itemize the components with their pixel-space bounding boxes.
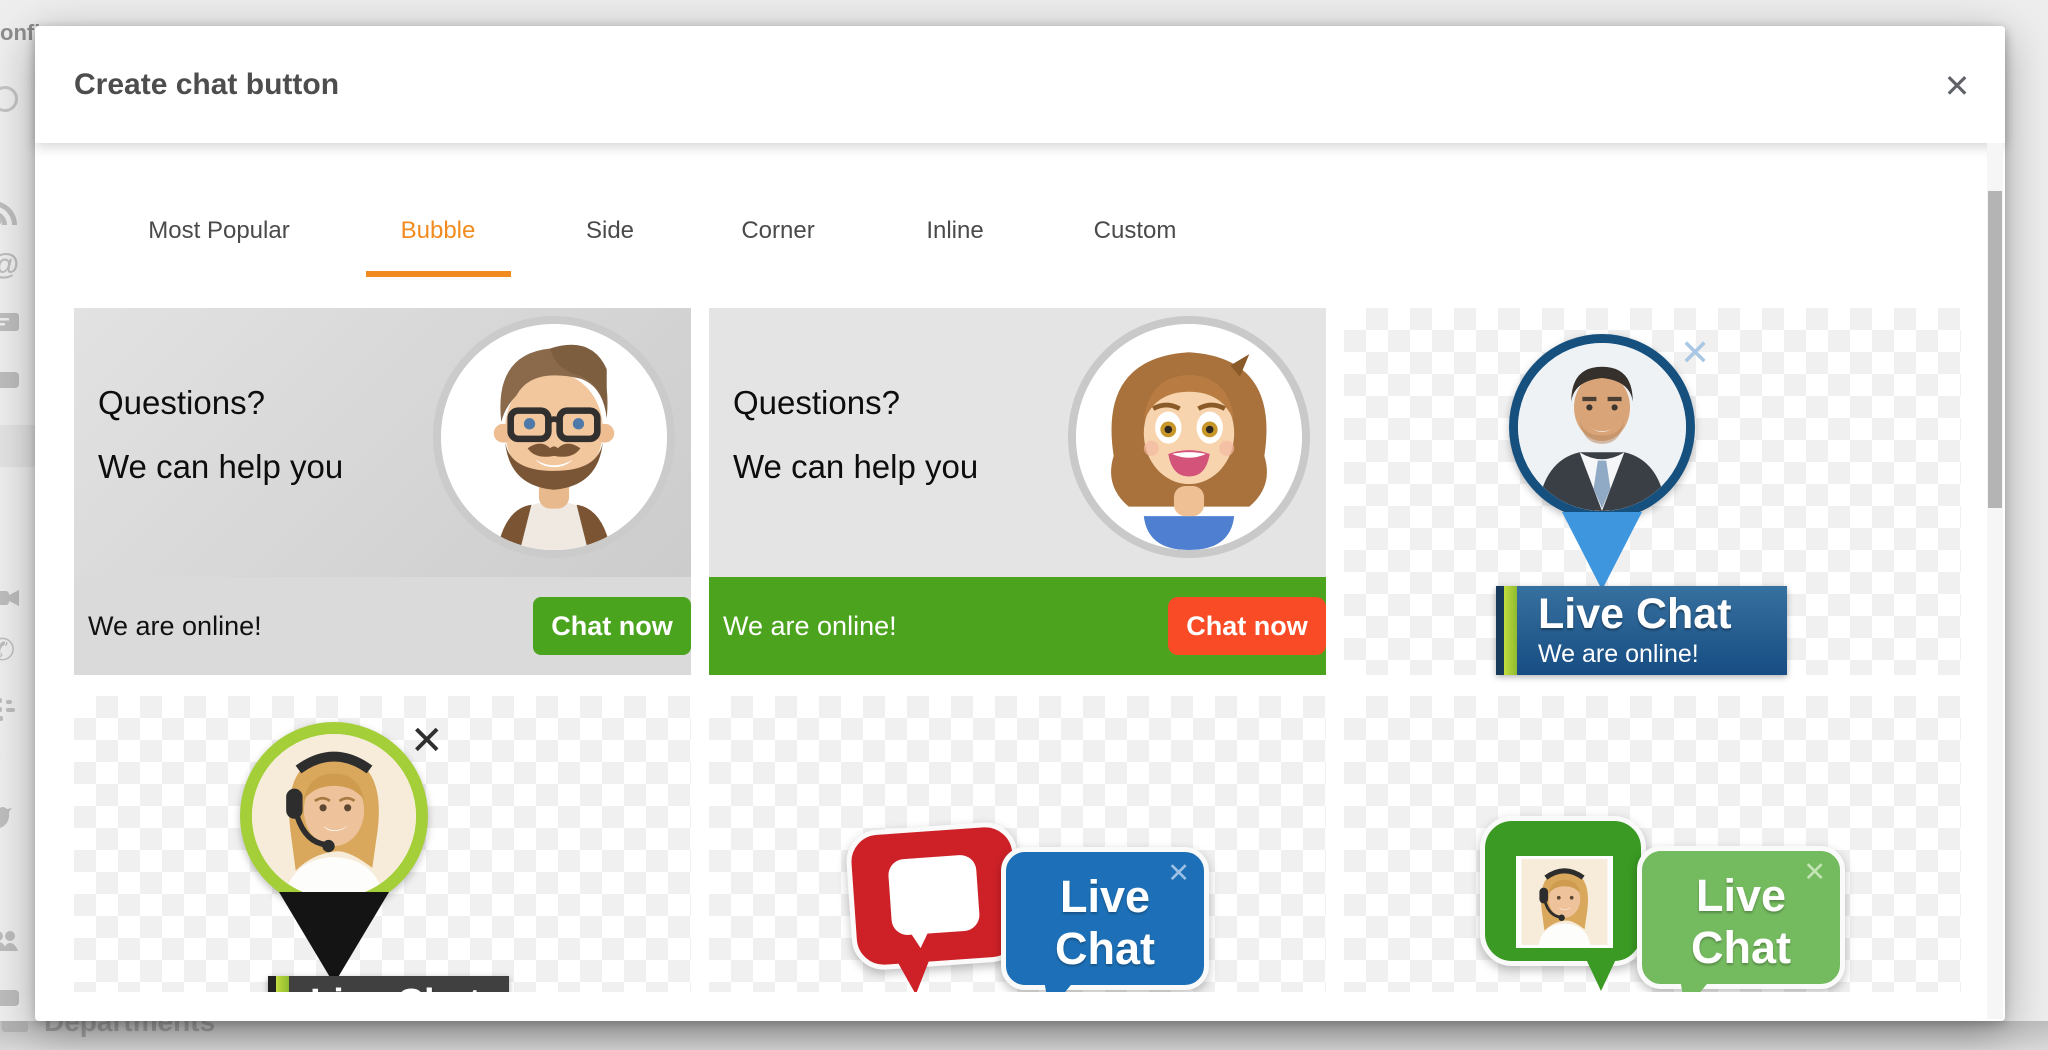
panel-icon	[0, 366, 20, 396]
bubble-tail	[1585, 957, 1617, 991]
video-camera-icon	[0, 583, 20, 613]
preview-close-icon: ✕	[1680, 332, 1710, 374]
live-chat-box: Live Chat	[268, 976, 509, 992]
tab-corner[interactable]: Corner	[741, 217, 814, 245]
tab-bubble[interactable]: Bubble	[401, 217, 476, 245]
background-sidebar: onfi @ ✆ f	[0, 0, 36, 1021]
male-photo-avatar	[1509, 334, 1695, 520]
preview-close-icon: ✕	[1803, 857, 1826, 888]
male-cartoon-avatar	[433, 316, 675, 558]
tab-most-popular[interactable]: Most Popular	[148, 217, 289, 245]
accent-stripe	[276, 976, 289, 992]
tab-custom[interactable]: Custom	[1094, 217, 1177, 245]
agent-photo-bubble	[1480, 816, 1646, 966]
banner-footer: We are online! Chat now	[74, 577, 691, 675]
online-status: We are online!	[1538, 640, 1699, 669]
female-cartoon-avatar	[1068, 316, 1310, 558]
dialog-title: Create chat button	[74, 68, 339, 102]
banner-body: Questions? We can help you	[709, 308, 1326, 577]
tab-side[interactable]: Side	[586, 217, 634, 245]
chat-button-option-pointer-dark[interactable]: ✕	[74, 696, 691, 992]
dialog-body: Most Popular Bubble Side Corner Inline C…	[35, 143, 2005, 992]
live-chat-title: Live Chat	[1538, 590, 1732, 639]
folder-icon	[2, 1021, 28, 1032]
pointer-arrow	[1562, 512, 1642, 590]
banner-subheading: We can help you	[733, 448, 978, 486]
search-icon	[0, 86, 18, 112]
chat-button-option-banner-green[interactable]: Questions? We can help you	[709, 308, 1326, 675]
bubble-tail	[896, 957, 932, 992]
speech-bubble-icon	[844, 820, 1024, 972]
chat-button-option-speech-blue[interactable]: Live Chat ✕	[709, 696, 1326, 992]
dialog-header: Create chat button ✕	[35, 26, 2005, 143]
preview-close-icon: ✕	[410, 718, 444, 764]
banner-heading: Questions?	[98, 384, 265, 422]
live-chat-bubble: Live Chat ✕	[1637, 846, 1845, 989]
rss-icon	[0, 198, 20, 228]
scrollbar-thumb[interactable]	[1988, 191, 2002, 508]
chat-now-button: Chat now	[1168, 597, 1326, 655]
chat-button-option-speech-green[interactable]: Live Chat ✕	[1344, 696, 1961, 992]
twitter-icon	[0, 804, 20, 834]
live-chat-line2: Chat	[1642, 925, 1840, 970]
panel-icon	[0, 984, 20, 1014]
button-style-tabs: Most Popular Bubble Side Corner Inline C…	[35, 143, 2005, 308]
bubble-tail	[1671, 982, 1708, 992]
facebook-icon: f	[0, 748, 20, 778]
create-chat-button-dialog: Create chat button ✕ Most Popular Bubble…	[35, 26, 2005, 1021]
live-chat-line2: Chat	[1006, 926, 1204, 971]
chat-button-option-banner-gray[interactable]: Questions? We can help you	[74, 308, 691, 675]
online-status: We are online!	[88, 611, 262, 642]
female-headset-avatar	[240, 722, 428, 910]
tab-inline[interactable]: Inline	[926, 217, 983, 245]
background-footer: Departments	[0, 1021, 2048, 1050]
banner-footer: We are online! Chat now	[709, 577, 1326, 675]
accent-stripe	[1504, 586, 1517, 675]
at-icon: @	[0, 250, 20, 280]
screen: onfi @ ✆ f Departments	[0, 0, 2048, 1050]
queue-icon	[0, 695, 20, 725]
close-icon[interactable]: ✕	[1935, 64, 1979, 108]
banner-heading: Questions?	[733, 384, 900, 422]
scrollbar-track[interactable]	[1987, 143, 2003, 1019]
departments-label: Departments	[44, 1021, 215, 1038]
bubble-tail	[1035, 983, 1072, 992]
chat-bubble-glyph	[887, 854, 980, 936]
female-headset-avatar	[1516, 856, 1613, 948]
active-tab-underline	[366, 271, 511, 277]
live-chat-box: Live Chat We are online!	[1496, 586, 1787, 675]
live-chat-title: Live Chat	[310, 982, 481, 992]
pointer-arrow	[279, 892, 389, 984]
banner-subheading: We can help you	[98, 448, 343, 486]
sidebar-divider	[0, 425, 36, 467]
banner-body: Questions? We can help you	[74, 308, 691, 577]
users-icon	[0, 926, 20, 956]
chat-button-option-pointer-blue[interactable]: ✕	[1344, 308, 1961, 675]
preview-close-icon: ✕	[1167, 858, 1190, 889]
online-status: We are online!	[723, 611, 897, 642]
phone-icon: ✆	[0, 636, 20, 666]
chat-now-button: Chat now	[533, 597, 691, 655]
live-chat-bubble: Live Chat ✕	[1001, 847, 1209, 990]
chat-lines-icon	[0, 308, 20, 338]
